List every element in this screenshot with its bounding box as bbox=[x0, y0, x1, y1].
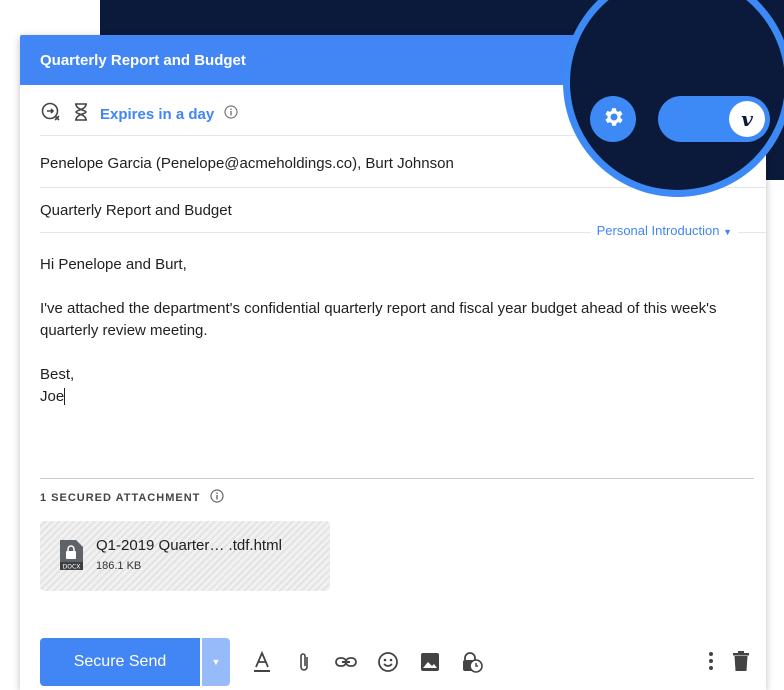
lock-clock-icon[interactable] bbox=[460, 650, 484, 674]
revoke-icon[interactable] bbox=[40, 101, 62, 127]
hourglass-icon[interactable] bbox=[72, 102, 90, 126]
template-label: Personal Introduction bbox=[596, 223, 720, 238]
divider bbox=[40, 478, 754, 479]
attachment-size: 186.1 KB bbox=[96, 560, 142, 572]
more-vert-icon[interactable] bbox=[708, 650, 714, 677]
body-greeting: Hi Penelope and Burt, bbox=[40, 256, 187, 273]
compose-title: Quarterly Report and Budget bbox=[40, 51, 246, 69]
send-options-button[interactable]: ▼ bbox=[202, 638, 230, 686]
link-icon[interactable] bbox=[334, 650, 358, 674]
image-icon[interactable] bbox=[418, 650, 442, 674]
attachments-header: 1 SECURED ATTACHMENT bbox=[40, 489, 224, 506]
attachment-chip[interactable]: DOCX Q1-2019 Quarter… .tdf.html 186.1 KB bbox=[40, 521, 330, 591]
subject-text: Quarterly Report and Budget bbox=[40, 202, 232, 219]
body-signature: Joe bbox=[40, 388, 65, 405]
subject-field[interactable]: Quarterly Report and Budget bbox=[40, 202, 766, 219]
formatting-icons bbox=[250, 650, 484, 674]
attachments-label: 1 SECURED ATTACHMENT bbox=[40, 491, 201, 504]
body-paragraph: I've attached the department's confident… bbox=[40, 300, 717, 339]
toggle-knob: v bbox=[729, 101, 765, 137]
settings-button[interactable] bbox=[590, 96, 636, 142]
secure-doc-icon: DOCX bbox=[58, 539, 84, 576]
info-icon[interactable] bbox=[224, 105, 238, 123]
message-body[interactable]: Hi Penelope and Burt, I've attached the … bbox=[40, 254, 740, 408]
info-icon[interactable] bbox=[210, 489, 224, 506]
secure-send-label: Secure Send bbox=[73, 653, 167, 670]
body-signoff: Best, bbox=[40, 366, 75, 383]
attachment-name: Q1-2019 Quarter… .tdf.html bbox=[96, 537, 282, 554]
template-dropdown[interactable]: Personal Introduction ▼ bbox=[590, 223, 738, 238]
compose-toolbar: Secure Send ▼ bbox=[40, 638, 766, 688]
secure-mode-toggle[interactable]: v bbox=[658, 96, 770, 142]
brand-v-icon: v bbox=[741, 107, 753, 131]
expires-label[interactable]: Expires in a day bbox=[100, 106, 214, 123]
secure-send-button[interactable]: Secure Send bbox=[40, 638, 200, 686]
emoji-icon[interactable] bbox=[376, 650, 400, 674]
gear-icon bbox=[601, 105, 625, 134]
text-cursor bbox=[64, 388, 66, 405]
attach-icon[interactable] bbox=[292, 650, 316, 674]
format-text-icon[interactable] bbox=[250, 650, 274, 674]
caret-down-icon: ▼ bbox=[723, 227, 732, 237]
right-toolbar bbox=[708, 650, 750, 677]
trash-icon[interactable] bbox=[732, 650, 750, 677]
recipients-text: Penelope Garcia (Penelope@acmeholdings.c… bbox=[40, 155, 454, 172]
caret-down-icon: ▼ bbox=[211, 657, 221, 667]
doc-type-badge: DOCX bbox=[63, 564, 81, 571]
